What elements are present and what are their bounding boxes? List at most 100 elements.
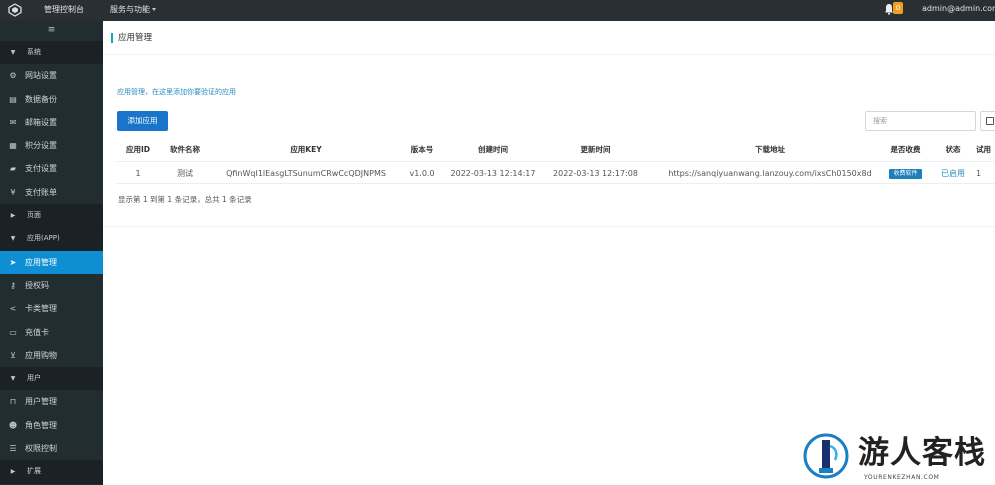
sidebar-item-label: 应用(APP) (27, 234, 60, 243)
sidebar-item-user-management[interactable]: ⊓ 用户管理 (0, 390, 103, 413)
columns-toggle-button[interactable] (980, 111, 995, 131)
sidebar-item-label: 卡类管理 (25, 304, 57, 314)
watermark-domain: YOURENKEZHAN.COM (864, 474, 940, 481)
column-header[interactable]: 下载地址 (647, 138, 893, 161)
sidebar-item-auth-code[interactable]: ⚷ 授权码 (0, 274, 103, 297)
sidebar-item-label: 系统 (27, 48, 41, 56)
card-icon: ▭ (9, 327, 17, 337)
sidebar-item-label: 支付账单 (25, 187, 57, 197)
cell-download-url[interactable]: https://sanqiyuanwang.lanzouy.com/ixsCh0… (647, 162, 893, 185)
pagination-info: 显示第 1 到第 1 条记录，总共 1 条记录 (118, 195, 252, 204)
watermark-logo-icon (803, 433, 849, 479)
columns-icon (986, 117, 994, 125)
sidebar-item-role-management[interactable]: ☻ 角色管理 (0, 414, 103, 437)
cell-charge: 收费软件 (873, 162, 938, 185)
yen-icon: ¥ (10, 187, 16, 197)
add-app-button[interactable]: 添加应用 (117, 111, 168, 131)
cell-updated-time: 2022-03-13 12:17:08 (553, 169, 638, 178)
sidebar-item-permission-control[interactable]: ☰ 权限控制 (0, 437, 103, 460)
column-header[interactable]: 状态 (934, 138, 972, 161)
top-navbar: 管理控制台 服务与功能 0 admin@admin.com (0, 0, 995, 21)
sidebar-item-recharge-card[interactable]: ▭ 充值卡 (0, 321, 103, 344)
cell-status: 已启用 (934, 162, 972, 185)
search-input[interactable]: 搜索 (865, 111, 976, 131)
users-icon: ☻ (8, 420, 18, 430)
share-icon: < (9, 304, 17, 314)
sidebar-item-label: 权限控制 (25, 444, 57, 454)
gear-icon: ⚙ (9, 71, 17, 81)
notification-badge: 0 (893, 2, 903, 14)
sidebar-group-users[interactable]: ▼ 用户 (0, 367, 103, 391)
database-icon: ▤ (9, 94, 17, 104)
column-header[interactable]: 试用 (976, 138, 995, 161)
column-header[interactable]: 应用ID (116, 138, 160, 161)
lock-icon: ⊓ (9, 397, 17, 407)
sidebar-toggle[interactable]: ≡ (0, 21, 103, 41)
key-icon: ⚷ (10, 280, 16, 290)
caret-right-icon: ▶ (10, 212, 16, 220)
sidebar-item-payment-settings[interactable]: ▰ 支付设置 (0, 157, 103, 180)
sidebar-item-label: 网站设置 (25, 71, 57, 81)
sidebar-item-label: 用户管理 (25, 397, 57, 407)
sidebar: ≡ ▼ 系统 ⚙ 网站设置 ▤ 数据备份 ✉ 邮箱设置 ▦ 积分设置 ▰ 支付设… (0, 21, 103, 485)
column-header[interactable]: 版本号 (402, 138, 442, 161)
page-title: 应用管理 (111, 33, 152, 43)
column-header[interactable]: 软件名称 (160, 138, 210, 161)
column-header[interactable]: 是否收费 (873, 138, 938, 161)
sidebar-group-system[interactable]: ▼ 系统 (0, 41, 103, 65)
logo-icon[interactable] (8, 3, 22, 17)
column-header[interactable]: 更新时间 (544, 138, 647, 161)
user-menu[interactable]: admin@admin.com (922, 4, 995, 13)
sidebar-item-label: 充值卡 (25, 327, 49, 337)
sidebar-item-mail-settings[interactable]: ✉ 邮箱设置 (0, 111, 103, 134)
sidebar-item-label: 应用管理 (25, 257, 57, 267)
page-hint: 应用管理，在这里添加你要验证的应用 (117, 88, 236, 96)
user-email: admin@admin.com (922, 4, 995, 13)
sidebar-item-data-backup[interactable]: ▤ 数据备份 (0, 88, 103, 111)
sidebar-item-payment-bills[interactable]: ¥ 支付账单 (0, 181, 103, 204)
divider (103, 226, 995, 227)
wallet-icon: ▰ (9, 164, 17, 174)
sidebar-group-app[interactable]: ▼ 应用(APP) (0, 227, 103, 251)
sidebar-item-label: 角色管理 (25, 420, 57, 430)
watermark-text: 游人客栈 (858, 435, 986, 471)
sidebar-item-label: 应用购物 (25, 350, 57, 360)
list-icon: ☰ (9, 444, 17, 454)
cell-app-id: 1 (135, 169, 141, 178)
caret-down-icon: ▼ (10, 49, 16, 56)
sidebar-item-site-settings[interactable]: ⚙ 网站设置 (0, 64, 103, 87)
cell-app-key: QfinWqI1lEasgLTSunumCRwCcQDJNPMS (226, 169, 386, 178)
points-icon: ▦ (9, 141, 17, 151)
sidebar-item-label: 邮箱设置 (25, 117, 57, 127)
sidebar-group-extensions[interactable]: ▶ 扩展 (0, 460, 103, 484)
brand-name[interactable]: 管理控制台 (44, 4, 84, 15)
sidebar-item-label: 页面 (27, 211, 41, 220)
sidebar-item-card-types[interactable]: < 卡类管理 (0, 297, 103, 320)
caret-right-icon: ▶ (10, 468, 16, 476)
apps-table: 应用ID 软件名称 应用KEY 版本号 创建时间 更新时间 下载地址 是否收费 … (116, 138, 995, 184)
main-content: 应用管理 应用管理，在这里添加你要验证的应用 添加应用 搜索 应用ID 软件名称… (103, 21, 995, 485)
sidebar-item-points-settings[interactable]: ▦ 积分设置 (0, 134, 103, 157)
cell-version: v1.0.0 (409, 169, 435, 178)
services-menu[interactable]: 服务与功能 (110, 4, 156, 15)
caret-down-icon: ▼ (10, 375, 16, 383)
sidebar-item-app-purchase[interactable]: ⊻ 应用购物 (0, 344, 103, 367)
sidebar-item-label: 扩展 (27, 467, 41, 476)
sidebar-group-pages[interactable]: ▶ 页面 (0, 204, 103, 228)
caret-down-icon (152, 8, 156, 11)
charge-badge: 收费软件 (889, 168, 922, 179)
sidebar-item-label: 数据备份 (25, 94, 57, 104)
envelope-icon: ✉ (9, 117, 17, 127)
column-header[interactable]: 创建时间 (442, 138, 544, 161)
cell-trial: 1 (976, 169, 982, 178)
cell-app-name: 测试 (177, 169, 193, 178)
column-header[interactable]: 应用KEY (210, 138, 402, 161)
divider (103, 54, 995, 55)
sidebar-item-label: 支付设置 (25, 164, 57, 174)
status-link[interactable]: 已启用 (941, 169, 965, 178)
services-menu-label: 服务与功能 (110, 5, 150, 14)
send-icon: ➤ (9, 257, 17, 267)
sidebar-item-label: 积分设置 (25, 141, 57, 151)
table-row[interactable]: 1 测试 QfinWqI1lEasgLTSunumCRwCcQDJNPMS v1… (116, 161, 995, 184)
sidebar-item-app-management[interactable]: ➤ 应用管理 (0, 250, 103, 274)
